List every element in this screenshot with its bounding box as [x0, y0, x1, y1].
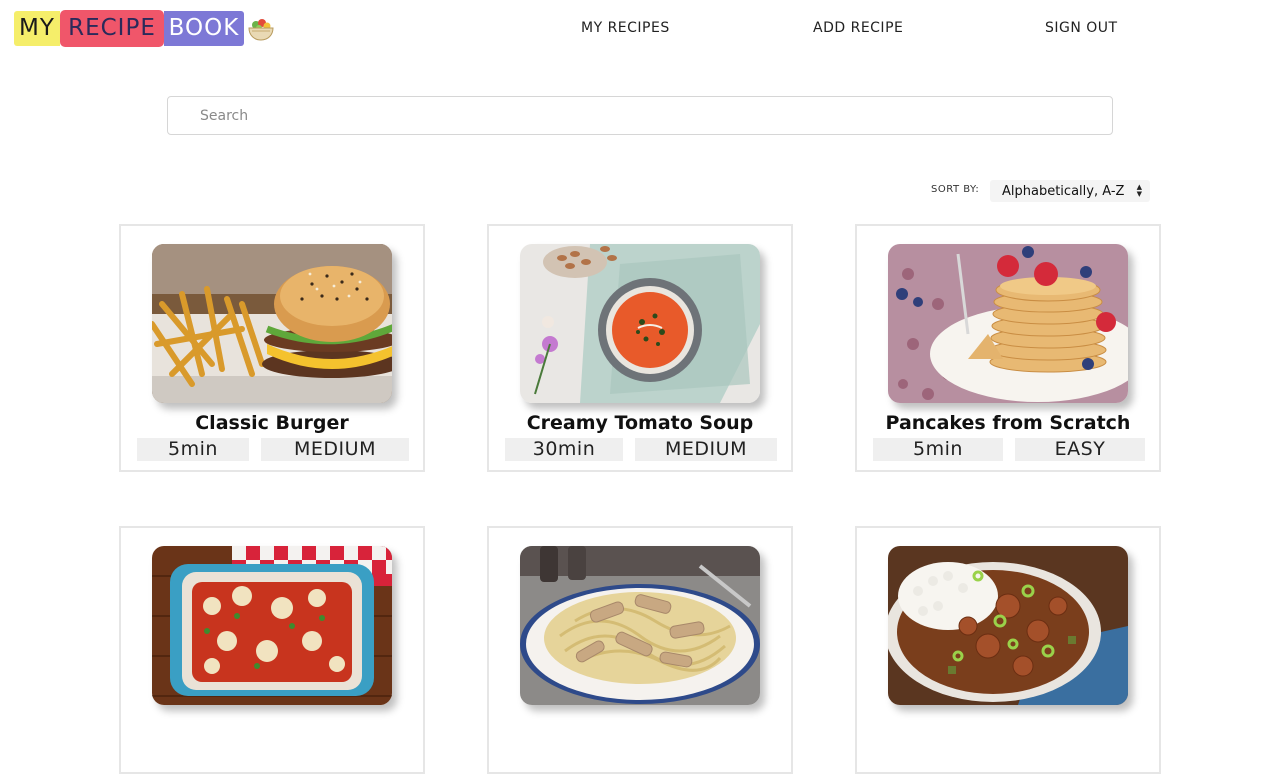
- logo-book: BOOK: [164, 11, 244, 46]
- nav-sign-out[interactable]: SIGN OUT: [1045, 20, 1118, 36]
- recipe-image: [520, 546, 760, 705]
- recipe-image: [152, 244, 392, 403]
- recipe-difficulty-badge: EASY: [1015, 438, 1145, 461]
- logo-recipe: RECIPE: [60, 10, 164, 47]
- recipe-card[interactable]: [119, 526, 425, 774]
- recipe-image: [888, 546, 1128, 705]
- recipe-card[interactable]: Classic Burger 5min MEDIUM: [119, 224, 425, 472]
- nav-my-recipes[interactable]: MY RECIPES: [581, 20, 670, 36]
- recipe-card[interactable]: [487, 526, 793, 774]
- sort-selected-value: Alphabetically, A-Z: [1002, 183, 1125, 199]
- recipe-card[interactable]: Creamy Tomato Soup 30min MEDIUM: [487, 224, 793, 472]
- nav-add-recipe[interactable]: ADD RECIPE: [813, 20, 903, 36]
- logo-my: MY: [14, 11, 60, 46]
- recipe-time-badge: 5min: [137, 438, 249, 461]
- sort-select[interactable]: Alphabetically, A-Z ▲ ▼: [990, 180, 1150, 202]
- salad-bowl-icon: [248, 18, 274, 41]
- recipe-difficulty-badge: MEDIUM: [635, 438, 777, 461]
- select-arrows-icon: ▲ ▼: [1136, 183, 1142, 198]
- recipe-title: Creamy Tomato Soup: [526, 412, 754, 434]
- recipe-difficulty-badge: MEDIUM: [261, 438, 409, 461]
- recipe-time-badge: 5min: [873, 438, 1003, 461]
- recipe-image: [888, 244, 1128, 403]
- recipe-image: [520, 244, 760, 403]
- recipe-title: Classic Burger: [195, 412, 349, 434]
- search-box: [167, 96, 1113, 135]
- search-input[interactable]: [168, 97, 1112, 134]
- recipe-time-badge: 30min: [505, 438, 623, 461]
- sort-label: SORT BY:: [931, 184, 980, 195]
- recipe-title: Pancakes from Scratch: [885, 412, 1131, 434]
- recipe-card[interactable]: [855, 526, 1161, 774]
- recipe-image: [152, 546, 392, 705]
- logo[interactable]: MY RECIPE BOOK: [14, 10, 275, 47]
- recipe-card[interactable]: Pancakes from Scratch 5min EASY: [855, 224, 1161, 472]
